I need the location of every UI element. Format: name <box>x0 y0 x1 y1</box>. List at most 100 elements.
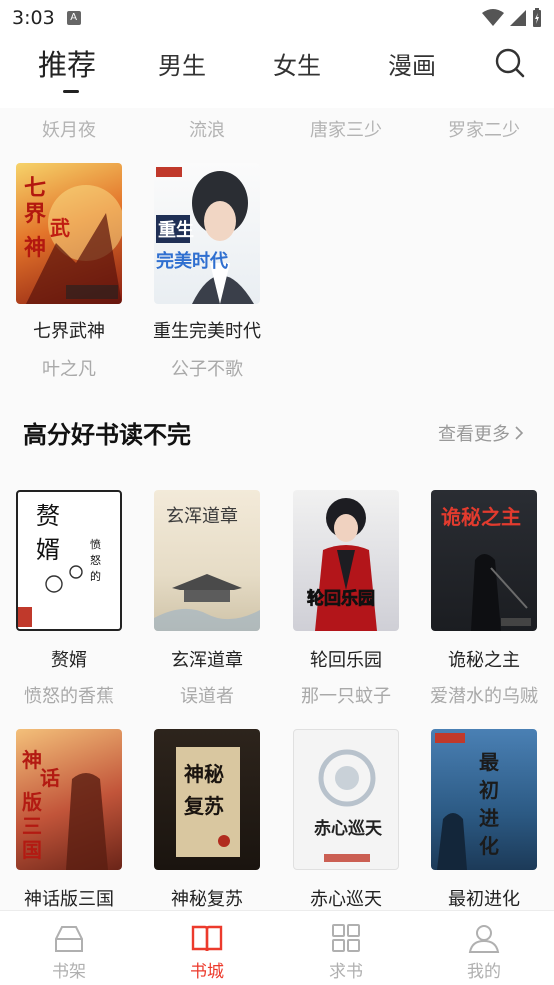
book-cover[interactable]: 赘 婿 愤 怒 的 <box>16 490 122 631</box>
svg-text:化: 化 <box>479 834 499 858</box>
book-card[interactable]: 七 界 武 神 七界武神 叶之凡 <box>0 163 138 383</box>
svg-text:进: 进 <box>479 806 499 830</box>
book-author: 唐家三少 <box>310 120 382 141</box>
chevron-right-icon <box>515 426 524 440</box>
book-title[interactable]: 重生完美时代 <box>138 317 276 343</box>
svg-text:神秘: 神秘 <box>184 762 224 786</box>
book-title[interactable]: 玄浑道章 <box>138 646 276 672</box>
book-author: 流浪 <box>189 120 225 141</box>
book-cover[interactable]: 轮回乐园 <box>293 490 399 631</box>
svg-text:界: 界 <box>24 201 46 227</box>
svg-text:国: 国 <box>22 838 42 862</box>
cover-art: 玄浑道章 <box>154 506 260 631</box>
book-author: 愤怒的香蕉 <box>24 686 114 707</box>
book-cover[interactable]: 赤心巡天 <box>293 729 399 870</box>
book-cover[interactable]: 最 初 进 化 <box>431 729 537 870</box>
book-title[interactable]: 神秘复苏 <box>138 885 276 910</box>
tab-comics[interactable]: 漫画 <box>388 46 436 81</box>
cover-art: 重生 完美时代 <box>156 167 254 304</box>
section-title: 高分好书读不完 <box>23 421 191 449</box>
top-tab-bar: 推荐 男生 女生 漫画 <box>0 36 554 108</box>
cover-art: 轮回乐园 <box>307 498 377 631</box>
book-card[interactable]: 最 初 进 化 最初进化 <box>415 729 553 910</box>
svg-text:的: 的 <box>90 569 101 583</box>
svg-text:话: 话 <box>40 766 60 790</box>
signal-icon <box>510 10 526 26</box>
book-card[interactable]: 赤心巡天 赤心巡天 <box>277 729 415 910</box>
cover-art: 赤心巡天 <box>314 749 383 862</box>
cover-art: 神秘 复苏 <box>176 747 240 857</box>
svg-text:赤心巡天: 赤心巡天 <box>314 818 383 839</box>
book-card[interactable]: 重生 完美时代 重生完美时代 公子不歌 <box>138 163 276 383</box>
cover-art: 最 初 进 化 <box>435 733 500 870</box>
cover-art: 赘 婿 愤 怒 的 <box>18 502 101 627</box>
svg-text:神: 神 <box>22 748 42 772</box>
book-author: 罗家二少 <box>448 120 520 141</box>
book-author: 误道者 <box>180 686 234 707</box>
status-bar: 3:03 A <box>0 0 554 36</box>
book-card[interactable]: 神秘 复苏 神秘复苏 <box>138 729 276 910</box>
nav-label: 我的 <box>467 962 501 982</box>
nav-label: 书架 <box>52 962 86 982</box>
book-card[interactable]: 玄浑道章 玄浑道章 误道者 <box>138 490 276 710</box>
book-cover[interactable]: 玄浑道章 <box>154 490 260 631</box>
book-author: 妖月夜 <box>42 120 96 141</box>
book-store-icon <box>191 925 223 952</box>
svg-text:诡秘之主: 诡秘之主 <box>441 505 521 529</box>
book-cover[interactable]: 诡秘之主 <box>431 490 537 631</box>
book-cover[interactable]: 七 界 武 神 <box>16 163 122 304</box>
nav-request-book[interactable]: 求书 <box>277 921 415 982</box>
status-icons <box>482 8 542 28</box>
battery-icon <box>533 8 541 27</box>
search-icon[interactable] <box>495 48 525 78</box>
tab-recommend[interactable]: 推荐 <box>38 42 96 84</box>
view-more-label: 查看更多 <box>438 424 510 445</box>
grid-icon <box>332 924 360 952</box>
book-author: 那一只蚊子 <box>301 686 391 707</box>
svg-text:赘: 赘 <box>36 502 60 530</box>
book-title[interactable]: 轮回乐园 <box>277 646 415 672</box>
book-title[interactable]: 最初进化 <box>415 885 553 910</box>
tab-female[interactable]: 女生 <box>273 46 321 81</box>
tab-male[interactable]: 男生 <box>158 46 206 81</box>
cover-art: 诡秘之主 <box>441 505 531 631</box>
book-title[interactable]: 神话版三国 <box>0 885 138 910</box>
status-time: 3:03 <box>12 7 55 29</box>
nav-profile[interactable]: 我的 <box>415 921 553 982</box>
svg-text:重生: 重生 <box>158 219 194 241</box>
book-title[interactable]: 七界武神 <box>0 317 138 343</box>
svg-text:七: 七 <box>24 175 46 201</box>
svg-text:武: 武 <box>50 216 70 240</box>
book-title[interactable]: 诡秘之主 <box>415 646 553 672</box>
view-more-link[interactable]: 查看更多 <box>438 420 524 446</box>
svg-text:复苏: 复苏 <box>183 794 224 818</box>
book-card[interactable]: 轮回乐园 轮回乐园 那一只蚊子 <box>277 490 415 710</box>
cover-art: 七 界 武 神 <box>24 175 122 304</box>
content-area[interactable]: 妖月夜 流浪 唐家三少 罗家二少 七 界 武 神 七界武神 叶之凡 重生 完美时… <box>0 108 554 910</box>
wifi-icon <box>482 9 504 26</box>
book-title[interactable]: 赤心巡天 <box>277 885 415 910</box>
svg-text:愤: 愤 <box>90 538 101 551</box>
svg-text:轮回乐园: 轮回乐园 <box>307 588 375 609</box>
svg-text:婿: 婿 <box>36 536 60 564</box>
cover-art: 神 话 版 三 国 <box>22 748 108 870</box>
nav-bookshelf[interactable]: 书架 <box>0 921 138 982</box>
nav-bookstore[interactable]: 书城 <box>138 921 276 982</box>
book-card[interactable]: 赘 婿 愤 怒 的 赘婿 愤怒的香蕉 <box>0 490 138 710</box>
bookshelf-icon <box>55 926 83 952</box>
profile-icon <box>468 925 500 953</box>
svg-text:完美时代: 完美时代 <box>156 250 228 272</box>
book-card[interactable]: 神 话 版 三 国 神话版三国 <box>0 729 138 910</box>
svg-text:初: 初 <box>479 778 499 802</box>
book-cover[interactable]: 神 话 版 三 国 <box>16 729 122 870</box>
book-cover[interactable]: 重生 完美时代 <box>154 163 260 304</box>
nav-label: 书城 <box>190 962 224 982</box>
svg-text:版: 版 <box>22 790 42 814</box>
book-card[interactable]: 诡秘之主 诡秘之主 爱潜水的乌贼 <box>415 490 553 710</box>
notification-icon: A <box>66 11 81 25</box>
svg-text:最: 最 <box>479 750 500 774</box>
book-author: 叶之凡 <box>42 359 96 380</box>
nav-label: 求书 <box>329 962 363 982</box>
book-cover[interactable]: 神秘 复苏 <box>154 729 260 870</box>
book-title[interactable]: 赘婿 <box>0 646 138 672</box>
